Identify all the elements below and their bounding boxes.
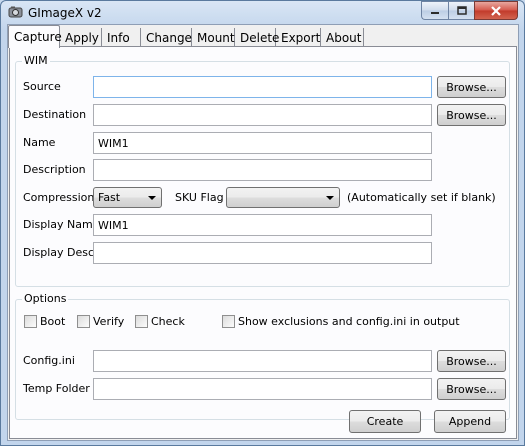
chevron-down-icon — [148, 196, 156, 200]
tab-capture[interactable]: Capture — [8, 25, 62, 48]
maximize-button[interactable] — [448, 1, 474, 20]
chevron-down-icon — [326, 196, 334, 200]
config-ini-label: Config.ini — [23, 354, 75, 367]
display-name-field[interactable] — [93, 214, 432, 236]
close-button[interactable] — [474, 1, 518, 20]
title-bar: GImageX v2 — [1, 1, 524, 25]
tab-strip: Capture Apply Info Change Mount Delete E… — [8, 25, 518, 48]
options-legend: Options — [22, 292, 69, 305]
create-button[interactable]: Create — [349, 410, 421, 433]
sku-flag-hint: (Automatically set if blank) — [347, 191, 496, 204]
client-area: Capture Apply Info Change Mount Delete E… — [7, 24, 519, 441]
source-field[interactable] — [93, 76, 432, 98]
checkbox-box[interactable] — [24, 315, 37, 328]
tab-apply[interactable]: Apply — [60, 28, 102, 47]
name-field[interactable] — [93, 132, 432, 154]
wim-legend: WIM — [22, 54, 50, 67]
compression-dropdown[interactable]: Fast — [93, 187, 162, 208]
source-browse-button[interactable]: Browse... — [437, 76, 506, 98]
maximize-icon — [456, 6, 467, 15]
tab-mount[interactable]: Mount — [192, 28, 235, 47]
minimize-button[interactable] — [421, 1, 448, 20]
destination-browse-button[interactable]: Browse... — [437, 104, 506, 126]
sku-flag-dropdown[interactable] — [226, 187, 340, 208]
window-title: GImageX v2 — [28, 6, 102, 20]
display-desc-label: Display Desc. — [23, 246, 98, 259]
boot-checkbox[interactable]: Boot — [24, 315, 65, 328]
boot-label: Boot — [40, 315, 66, 328]
verify-label: Verify — [93, 315, 125, 328]
description-label: Description — [23, 163, 86, 176]
temp-folder-browse-button[interactable]: Browse... — [437, 378, 506, 400]
name-label: Name — [23, 136, 56, 149]
compression-label: Compression — [23, 191, 95, 204]
minimize-icon — [431, 11, 439, 14]
show-exclusions-checkbox[interactable]: Show exclusions and config.ini in output — [222, 315, 460, 328]
tab-info[interactable]: Info — [102, 28, 141, 47]
wim-group: WIM Source Browse... Destination Browse.… — [15, 54, 510, 287]
capture-panel: WIM Source Browse... Destination Browse.… — [9, 46, 517, 439]
checkbox-box[interactable] — [77, 315, 90, 328]
app-window: GImageX v2 Capture Apply Info Change Mou… — [0, 0, 525, 446]
tab-about[interactable]: About — [321, 28, 364, 47]
checkbox-box[interactable] — [135, 315, 148, 328]
checkbox-box[interactable] — [222, 315, 235, 328]
window-controls — [421, 1, 518, 20]
tab-delete[interactable]: Delete — [235, 28, 279, 47]
temp-folder-field[interactable] — [93, 378, 432, 400]
temp-folder-label: Temp Folder — [23, 382, 90, 395]
sku-flag-label: SKU Flag — [175, 191, 224, 204]
display-name-label: Display Name — [23, 218, 100, 231]
append-button[interactable]: Append — [434, 410, 506, 433]
tab-change[interactable]: Change — [141, 28, 192, 47]
tab-export[interactable]: Export — [276, 28, 321, 47]
show-exclusions-label: Show exclusions and config.ini in output — [238, 315, 460, 328]
destination-label: Destination — [23, 108, 87, 121]
app-icon — [8, 6, 23, 18]
compression-value: Fast — [98, 191, 121, 204]
check-label: Check — [151, 315, 185, 328]
close-icon — [491, 5, 501, 16]
display-desc-field[interactable] — [93, 242, 432, 264]
description-field[interactable] — [93, 159, 432, 181]
config-ini-browse-button[interactable]: Browse... — [437, 350, 506, 372]
destination-field[interactable] — [93, 104, 432, 126]
config-ini-field[interactable] — [93, 350, 432, 372]
options-group: Options Boot Verify Check Show exclusion… — [15, 292, 510, 420]
verify-checkbox[interactable]: Verify — [77, 315, 124, 328]
check-checkbox[interactable]: Check — [135, 315, 185, 328]
source-label: Source — [23, 80, 61, 93]
